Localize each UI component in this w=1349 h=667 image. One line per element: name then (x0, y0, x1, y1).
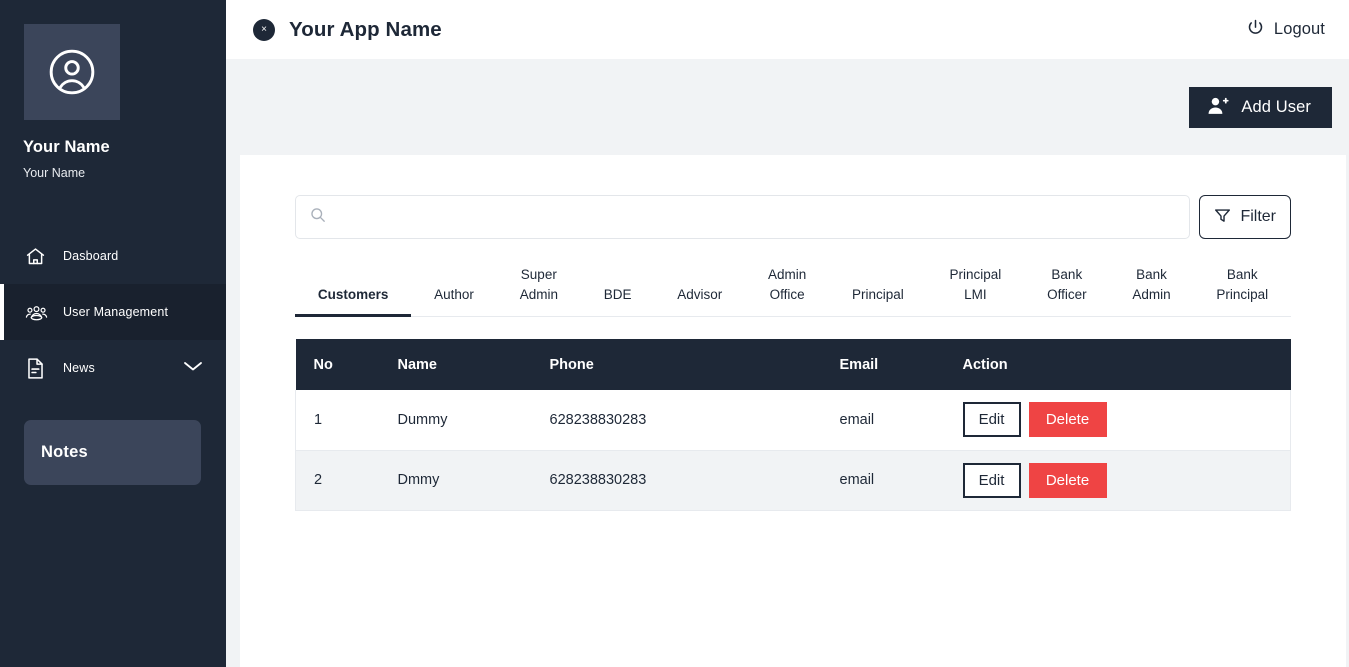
column-header-phone: Phone (536, 339, 826, 390)
column-header-name: Name (384, 339, 536, 390)
tab-super-admin[interactable]: Super Admin (497, 255, 581, 316)
tab-principal-lmi[interactable]: Principal LMI (927, 255, 1025, 316)
column-header-no: No (296, 339, 384, 390)
table-row: 2 Dmmy 628238830283 email Edit Delete (296, 450, 1291, 510)
cell-phone: 628238830283 (536, 450, 826, 510)
role-tabs: Customers Author Super Admin BDE Advisor… (295, 255, 1291, 317)
table-head: No Name Phone Email Action (296, 339, 1291, 390)
notes-card[interactable]: Notes (24, 420, 201, 485)
tab-customers[interactable]: Customers (295, 275, 411, 316)
funnel-icon (1214, 207, 1231, 227)
users-icon (25, 302, 51, 323)
tab-bank-officer[interactable]: Bank Officer (1024, 255, 1109, 316)
sidebar-item-label: News (63, 361, 95, 375)
main-area: × Your App Name Logout (226, 0, 1349, 667)
cell-email: email (826, 450, 949, 510)
close-circle-icon[interactable]: × (253, 19, 275, 41)
profile-subtitle: Your Name (23, 166, 226, 180)
tab-admin-office[interactable]: Admin Office (745, 255, 829, 316)
logout-label: Logout (1274, 20, 1325, 39)
profile-name: Your Name (23, 138, 226, 157)
sidebar-item-user-management[interactable]: User Management (0, 284, 226, 340)
filter-button[interactable]: Filter (1199, 195, 1291, 239)
search-row: Filter (295, 195, 1291, 239)
page-title: Your App Name (289, 18, 442, 42)
logout-button[interactable]: Logout (1246, 18, 1325, 42)
notes-title: Notes (41, 443, 88, 462)
table-body: 1 Dummy 628238830283 email Edit Delete (296, 390, 1291, 510)
tab-author[interactable]: Author (411, 275, 497, 316)
user-plus-icon (1207, 96, 1229, 119)
cell-no: 2 (296, 450, 384, 510)
cell-name: Dmmy (384, 450, 536, 510)
search-input[interactable] (336, 196, 1175, 238)
column-header-action: Action (949, 339, 1291, 390)
tab-advisor[interactable]: Advisor (654, 275, 745, 316)
tab-bde[interactable]: BDE (581, 275, 655, 316)
sidebar-item-news[interactable]: News (0, 340, 226, 396)
filter-label: Filter (1240, 208, 1276, 226)
tab-bank-principal[interactable]: Bank Principal (1193, 255, 1291, 316)
add-user-button[interactable]: Add User (1189, 87, 1332, 128)
tab-bank-admin[interactable]: Bank Admin (1109, 255, 1193, 316)
search-icon (310, 207, 326, 228)
tab-principal[interactable]: Principal (829, 275, 927, 316)
sidebar-item-dasboard[interactable]: Dasboard (0, 228, 226, 284)
power-icon (1246, 18, 1265, 42)
sidebar-item-label: User Management (63, 305, 168, 319)
cell-email: email (826, 390, 949, 450)
cell-action: Edit Delete (949, 450, 1291, 510)
chevron-down-icon[interactable] (182, 359, 204, 378)
search-field[interactable] (295, 195, 1190, 239)
cell-phone: 628238830283 (536, 390, 826, 450)
topbar: × Your App Name Logout (226, 0, 1349, 59)
sidebar: Your Name Your Name Dasboard (0, 0, 226, 667)
delete-button[interactable]: Delete (1029, 463, 1107, 498)
row-actions: Edit Delete (963, 463, 1291, 498)
edit-button[interactable]: Edit (963, 402, 1021, 437)
user-circle-icon (47, 47, 97, 97)
cell-action: Edit Delete (949, 390, 1291, 450)
sidebar-item-label: Dasboard (63, 249, 118, 263)
table-row: 1 Dummy 628238830283 email Edit Delete (296, 390, 1291, 450)
content-card: Filter Customers Author Super Admin BDE … (240, 155, 1346, 667)
add-user-label: Add User (1241, 98, 1311, 117)
actions-bar: Add User (226, 59, 1349, 155)
delete-button[interactable]: Delete (1029, 402, 1107, 437)
row-actions: Edit Delete (963, 402, 1291, 437)
edit-button[interactable]: Edit (963, 463, 1021, 498)
column-header-email: Email (826, 339, 949, 390)
brand: × Your App Name (253, 18, 442, 42)
users-table: No Name Phone Email Action 1 Dummy 62823… (295, 339, 1291, 511)
users-panel: Filter Customers Author Super Admin BDE … (240, 155, 1346, 511)
app-root: Your Name Your Name Dasboard (0, 0, 1349, 667)
sidebar-nav: Dasboard User Management (0, 228, 226, 396)
table-header-row: No Name Phone Email Action (296, 339, 1291, 390)
home-icon (25, 246, 51, 267)
cell-name: Dummy (384, 390, 536, 450)
cell-no: 1 (296, 390, 384, 450)
avatar (24, 24, 120, 120)
document-icon (25, 357, 51, 380)
